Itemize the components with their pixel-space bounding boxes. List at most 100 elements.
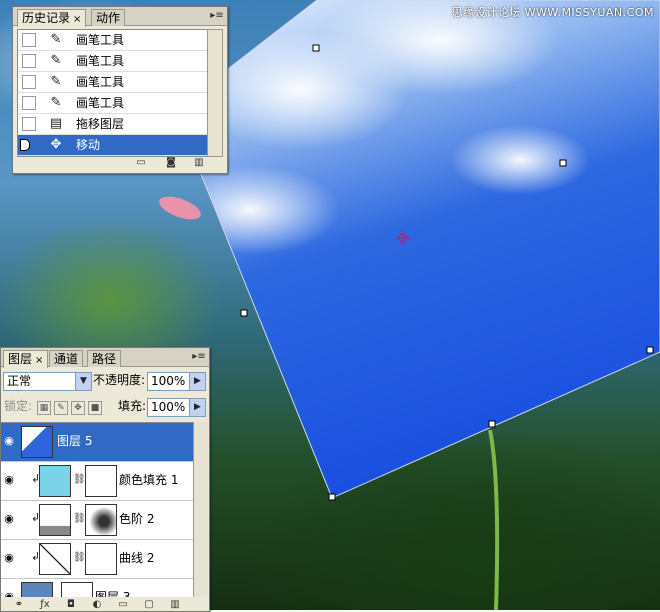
drag-layer-icon: ▤	[49, 116, 63, 131]
lock-all-icon[interactable]: ■	[88, 401, 102, 415]
layers-footer: ⚭ ƒx ◘ ◐ ▭ ▢ ▥	[1, 597, 209, 611]
history-state-slider[interactable]	[20, 139, 30, 151]
tab-history-label: 历史记录	[22, 11, 71, 25]
tab-layers-label: 图层	[8, 352, 33, 366]
opacity-label: 不透明度:	[93, 373, 146, 387]
lock-transparency-icon[interactable]: ▦	[37, 401, 51, 415]
watermark-text: 思缘设计论坛 WWW.MISSYUAN.COM	[451, 6, 654, 19]
transform-handle[interactable]	[240, 309, 248, 317]
layer-list: ◉ 图层 5 ◉ ↲ ⛓ 颜色填充 1 ◉ ↲ ⛓ 色阶 2 ◉ ↲ ⛓ 曲线 …	[1, 422, 193, 598]
levels-thumbnail	[39, 504, 71, 536]
transform-handle[interactable]	[559, 159, 567, 167]
fill-value: 100%	[151, 400, 186, 414]
visibility-eye-icon[interactable]: ◉	[2, 551, 16, 565]
history-scrollbar[interactable]	[207, 29, 223, 157]
history-item-label: 画笔工具	[76, 96, 125, 110]
history-tabbar: 历史记录 × 动作 ▸≡	[13, 7, 227, 27]
history-item[interactable]: ✎ 画笔工具	[18, 51, 212, 72]
tab-actions-label: 动作	[96, 11, 121, 25]
layer-row[interactable]: ◉ 图层 3	[1, 579, 193, 598]
trash-icon[interactable]: ▥	[191, 156, 207, 170]
visibility-eye-icon[interactable]: ◉	[2, 512, 16, 526]
mask-thumbnail	[85, 465, 117, 497]
history-item-label: 画笔工具	[76, 33, 125, 47]
layer-row[interactable]: ◉ ↲ ⛓ 曲线 2	[1, 540, 193, 579]
panel-menu-icon[interactable]: ▸≡	[192, 351, 206, 363]
layer-name: 曲线 2	[119, 551, 155, 565]
transform-handle[interactable]	[328, 493, 336, 501]
brush-icon: ✎	[50, 32, 62, 47]
history-source-checkbox[interactable]	[22, 54, 36, 68]
blend-mode-select[interactable]: 正常 ▼	[3, 372, 92, 391]
history-source-checkbox[interactable]	[22, 75, 36, 89]
lock-label: 锁定:	[4, 399, 33, 413]
history-item-label: 移动	[76, 138, 101, 152]
lotus-petal	[159, 196, 201, 220]
history-source-checkbox[interactable]	[22, 96, 36, 110]
layer-thumbnail	[21, 582, 53, 598]
lock-position-icon[interactable]: ✥	[71, 401, 85, 415]
new-document-icon[interactable]: ▭	[133, 156, 149, 170]
transform-handle[interactable]	[312, 44, 320, 52]
layer-row[interactable]: ◉ ↲ ⛓ 颜色填充 1	[1, 462, 193, 501]
mask-thumbnail	[61, 582, 93, 598]
layers-tabbar: 图层 × 通道 路径 ▸≡	[1, 348, 209, 368]
blend-row: 正常 ▼ 不透明度: 100% ▶	[1, 372, 209, 394]
history-item[interactable]: ✎ 画笔工具	[18, 72, 212, 93]
tab-history[interactable]: 历史记录 ×	[17, 9, 87, 27]
tab-actions[interactable]: 动作	[91, 9, 126, 26]
lock-paint-icon[interactable]: ✎	[54, 401, 68, 415]
layers-panel: 图层 × 通道 路径 ▸≡ 正常 ▼ 不透明度: 100% ▶ 锁定: ▦ ✎ ✥…	[0, 347, 210, 612]
brush-icon: ✎	[50, 95, 62, 110]
fill-label: 填充:	[118, 399, 147, 413]
chain-link-icon: ⛓	[73, 474, 86, 485]
history-item[interactable]: ✎ 画笔工具	[18, 93, 212, 114]
visibility-eye-icon[interactable]: ◉	[2, 434, 16, 448]
fill-input[interactable]: 100% ▶	[147, 398, 206, 417]
move-icon: ✥	[50, 137, 62, 152]
history-item-selected[interactable]: ✥ 移动	[18, 135, 212, 156]
layer-name: 颜色填充 1	[119, 473, 179, 487]
layers-scrollbar[interactable]	[193, 422, 208, 597]
tab-layers[interactable]: 图层 ×	[3, 350, 49, 368]
tab-paths[interactable]: 路径	[87, 350, 122, 367]
brush-icon: ✎	[50, 53, 62, 68]
chain-link-icon: ⛓	[73, 552, 86, 563]
chevron-right-icon: ▶	[189, 373, 205, 390]
fill-thumbnail	[39, 465, 71, 497]
tab-paths-label: 路径	[92, 352, 117, 366]
chevron-down-icon: ▼	[75, 373, 91, 390]
brush-icon: ✎	[50, 74, 62, 89]
panel-menu-icon[interactable]: ▸≡	[210, 10, 224, 22]
opacity-input[interactable]: 100% ▶	[147, 372, 206, 391]
history-item-label: 拖移图层	[76, 117, 125, 131]
transform-handle[interactable]	[488, 420, 496, 428]
visibility-eye-icon[interactable]: ◉	[2, 473, 16, 487]
close-icon[interactable]: ×	[73, 14, 81, 25]
chevron-right-icon: ▶	[189, 399, 205, 416]
layer-name: 色阶 2	[119, 512, 155, 526]
mask-thumbnail	[85, 543, 117, 575]
history-source-checkbox[interactable]	[22, 33, 36, 47]
history-source-checkbox[interactable]	[22, 117, 36, 131]
chain-link-icon: ⛓	[73, 513, 86, 524]
layer-row-selected[interactable]: ◉ 图层 5	[1, 423, 193, 462]
history-list: ✎ 画笔工具 ✎ 画笔工具 ✎ 画笔工具 ✎ 画笔工具 ▤ 拖移图层 ✥ 移动	[17, 29, 213, 157]
snapshot-camera-icon[interactable]: ◙	[163, 156, 179, 170]
close-icon[interactable]: ×	[35, 355, 43, 366]
cloud	[450, 125, 590, 195]
history-footer: ▭ ◙ ▥	[17, 155, 221, 171]
history-item[interactable]: ✎ 画笔工具	[18, 30, 212, 51]
history-item[interactable]: ▤ 拖移图层	[18, 114, 212, 135]
blend-mode-value: 正常	[7, 374, 32, 388]
tab-channels[interactable]: 通道	[49, 350, 84, 367]
layer-row[interactable]: ◉ ↲ ⛓ 色阶 2	[1, 501, 193, 540]
transform-handle[interactable]	[646, 346, 654, 354]
lotus-stem	[488, 429, 500, 610]
opacity-value: 100%	[151, 374, 186, 388]
history-item-label: 画笔工具	[76, 54, 125, 68]
curves-thumbnail	[39, 543, 71, 575]
lock-row: 锁定: ▦ ✎ ✥ ■ 填充: 100% ▶	[1, 398, 209, 420]
layer-name: 图层 5	[57, 434, 93, 448]
tab-channels-label: 通道	[54, 352, 79, 366]
